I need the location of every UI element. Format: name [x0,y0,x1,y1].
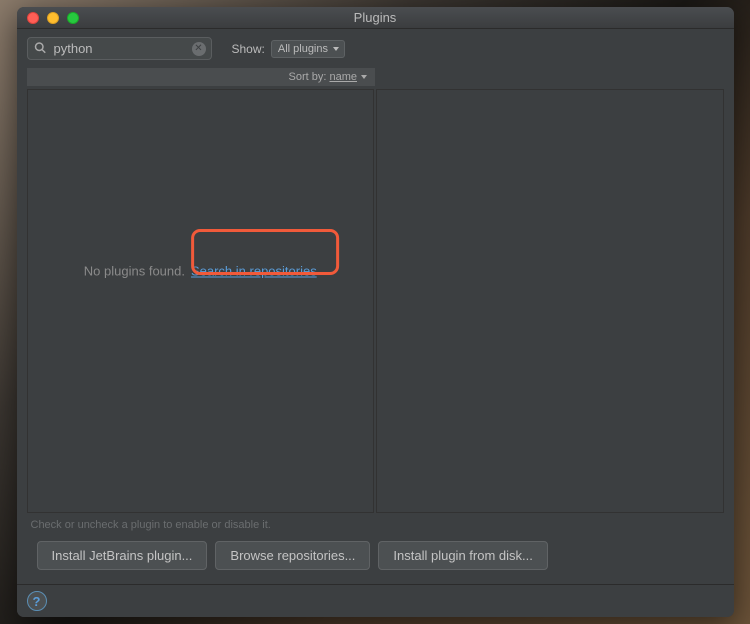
zoom-icon[interactable] [67,12,79,24]
search-input[interactable] [27,37,212,60]
help-button[interactable]: ? [27,591,47,611]
toolbar: ✕ Show: All plugins [17,29,734,68]
main-panel: No plugins found. Search in repositories [27,89,724,513]
plugin-detail-pane [376,89,724,513]
sort-dropdown[interactable]: name [329,71,357,83]
browse-repos-button[interactable]: Browse repositories... [215,541,370,570]
install-jetbrains-button[interactable]: Install JetBrains plugin... [37,541,208,570]
sort-label: Sort by: [289,71,327,83]
button-row: Install JetBrains plugin... Browse repos… [27,541,724,584]
show-label: Show: [232,42,265,56]
hint-label: Check or uncheck a plugin to enable or d… [27,513,724,541]
plugin-list: No plugins found. Search in repositories [27,89,375,513]
close-icon[interactable] [27,12,39,24]
minimize-icon[interactable] [47,12,59,24]
titlebar: Plugins [17,7,734,29]
install-from-disk-button[interactable]: Install plugin from disk... [378,541,547,570]
clear-icon[interactable]: ✕ [192,42,206,56]
plugins-window: Plugins ✕ Show: All plugins Sort by: nam… [17,7,734,617]
footer: ? [17,584,734,617]
show-dropdown[interactable]: All plugins [271,40,345,58]
window-controls [17,12,79,24]
search-wrap: ✕ [27,37,212,60]
content-area: Sort by: name No plugins found. Search i… [17,68,734,584]
window-title: Plugins [17,10,734,25]
empty-msg: No plugins found. Search in repositories [84,264,317,279]
sort-bar: Sort by: name [27,68,376,86]
search-repos-link[interactable]: Search in repositories [191,264,317,279]
show-selected: All plugins [278,43,328,55]
no-plugins-label: No plugins found. [84,264,185,279]
